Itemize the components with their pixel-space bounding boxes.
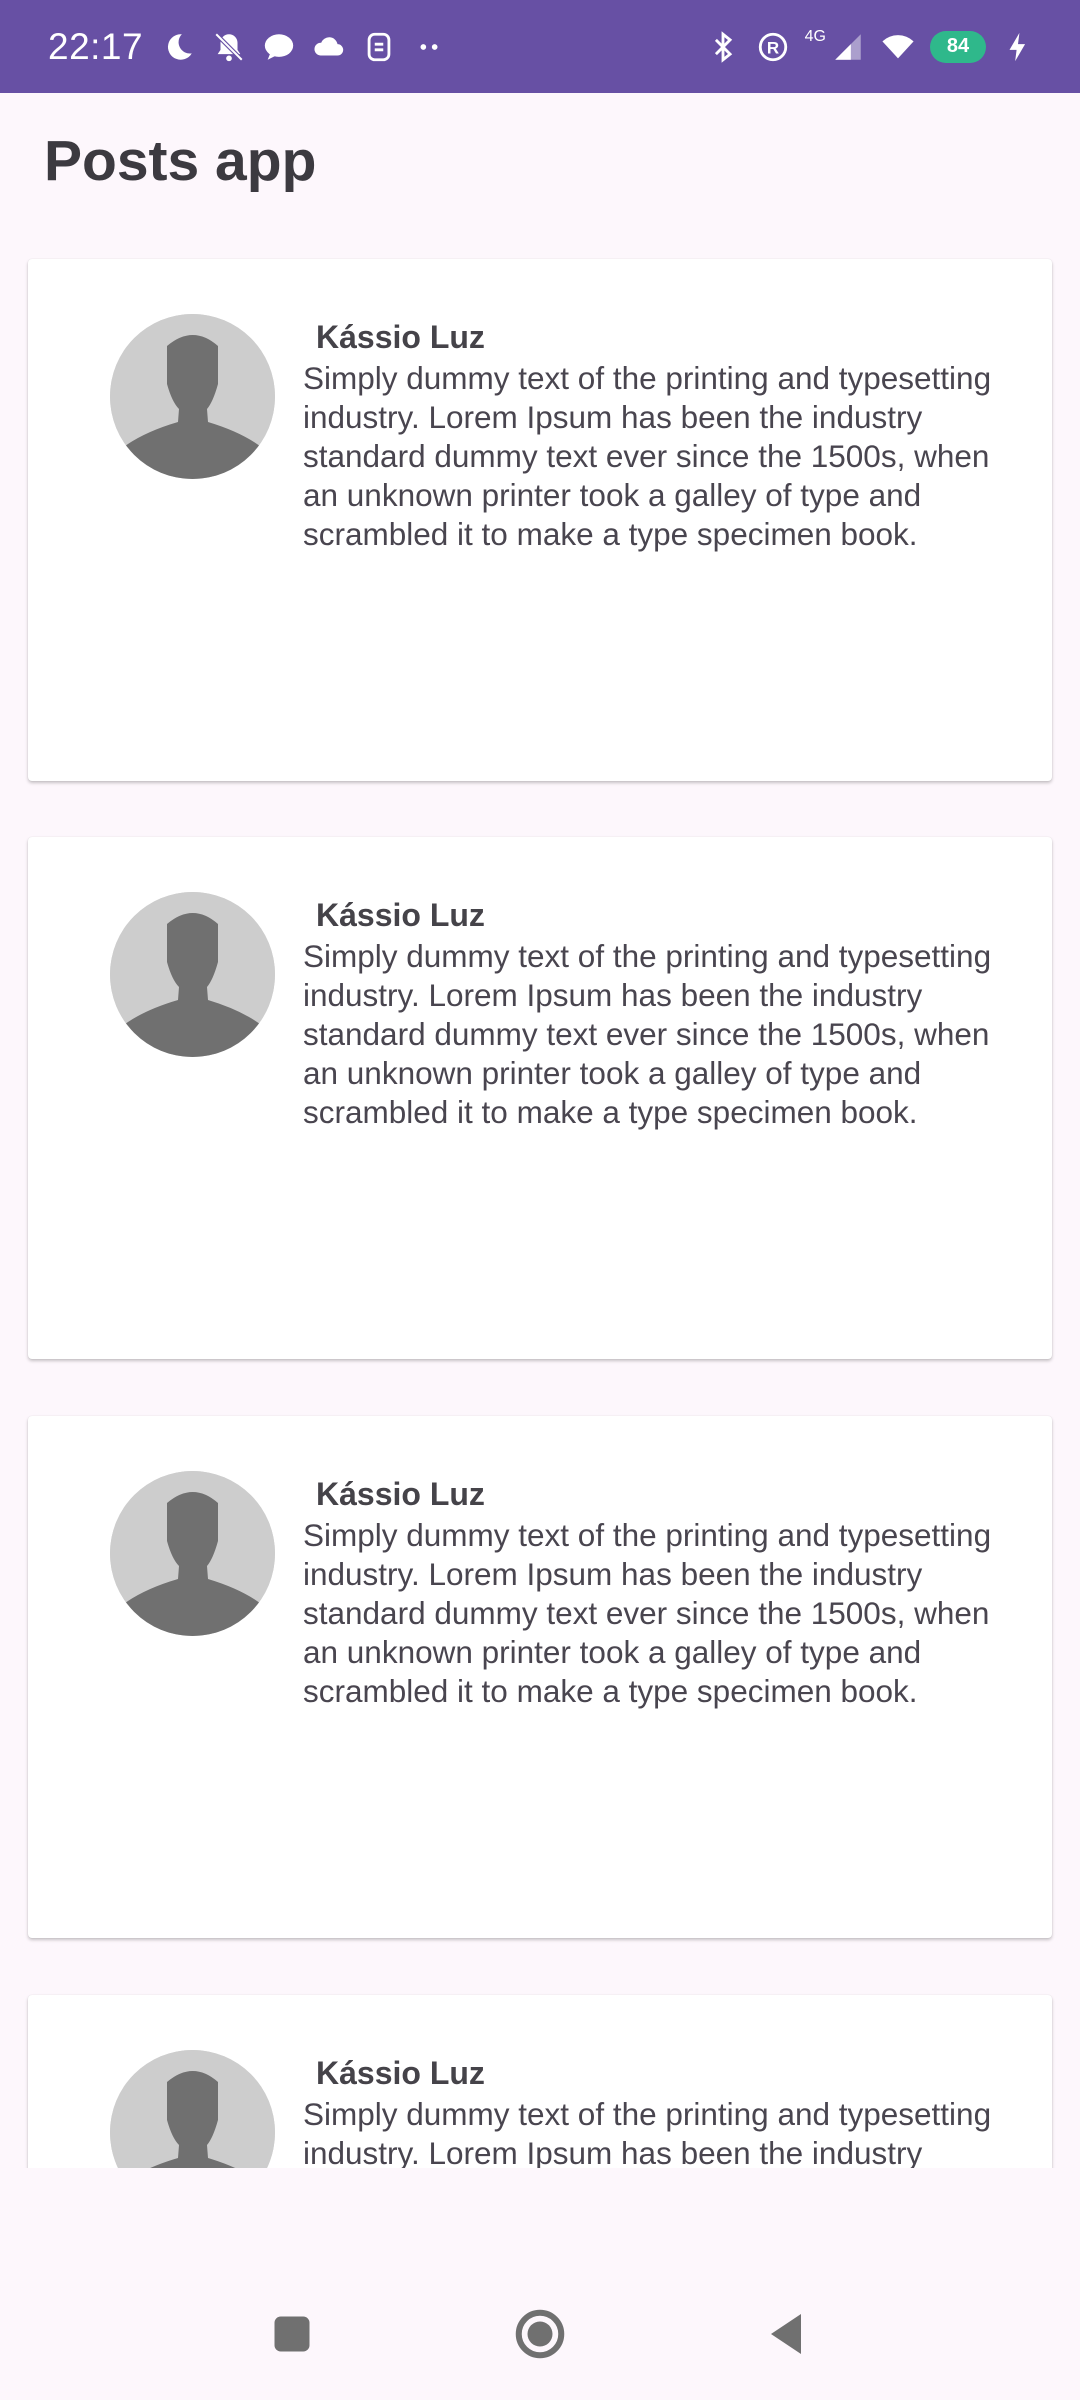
back-triangle-icon[interactable]	[748, 2296, 824, 2372]
bell-off-icon	[211, 29, 247, 65]
post-author: Kássio Luz	[316, 319, 485, 355]
sim-app-icon	[361, 29, 397, 65]
post-author: Kássio Luz	[316, 2055, 485, 2091]
status-left: 22:17	[48, 0, 447, 93]
post-author: Kássio Luz	[316, 897, 485, 933]
svg-text:R: R	[767, 38, 779, 57]
chat-bubble-icon	[261, 29, 297, 65]
post-body: Simply dummy text of the printing and ty…	[303, 2096, 992, 2168]
post-author: Kássio Luz	[316, 1476, 485, 1512]
network-label: 4G	[804, 27, 826, 45]
home-circle-icon[interactable]	[502, 2296, 578, 2372]
bluetooth-icon	[705, 29, 741, 65]
person-placeholder-icon	[110, 314, 275, 479]
post-body: Simply dummy text of the printing and ty…	[303, 938, 992, 1130]
battery-badge: 84	[930, 30, 986, 63]
more-dots-icon	[411, 29, 447, 65]
system-nav-bar	[0, 2268, 1080, 2400]
status-time: 22:17	[48, 25, 144, 67]
post-card[interactable]: Kássio Luz Simply dummy text of the prin…	[28, 1995, 1052, 2168]
wifi-icon	[880, 29, 916, 65]
person-placeholder-icon	[110, 1471, 275, 1636]
registered-icon: R	[755, 29, 791, 65]
moon-icon	[161, 29, 197, 65]
charging-icon	[1000, 29, 1036, 65]
posts-feed[interactable]: Kássio Luz Simply dummy text of the prin…	[0, 258, 1080, 2168]
page-title: Posts app	[44, 129, 317, 193]
post-card[interactable]: Kássio Luz Simply dummy text of the prin…	[28, 1416, 1052, 1938]
status-bar: 22:17 R 4G 84	[0, 0, 1080, 93]
person-placeholder-icon	[110, 892, 275, 1057]
status-right: R 4G 84	[705, 0, 1036, 93]
recents-square-icon[interactable]	[254, 2296, 330, 2372]
post-card[interactable]: Kássio Luz Simply dummy text of the prin…	[28, 837, 1052, 1359]
person-placeholder-icon	[110, 2050, 275, 2168]
post-card[interactable]: Kássio Luz Simply dummy text of the prin…	[28, 259, 1052, 781]
signal-icon	[830, 29, 866, 65]
cloud-icon	[311, 29, 347, 65]
post-body: Simply dummy text of the printing and ty…	[303, 1517, 992, 1709]
post-body: Simply dummy text of the printing and ty…	[303, 360, 992, 552]
